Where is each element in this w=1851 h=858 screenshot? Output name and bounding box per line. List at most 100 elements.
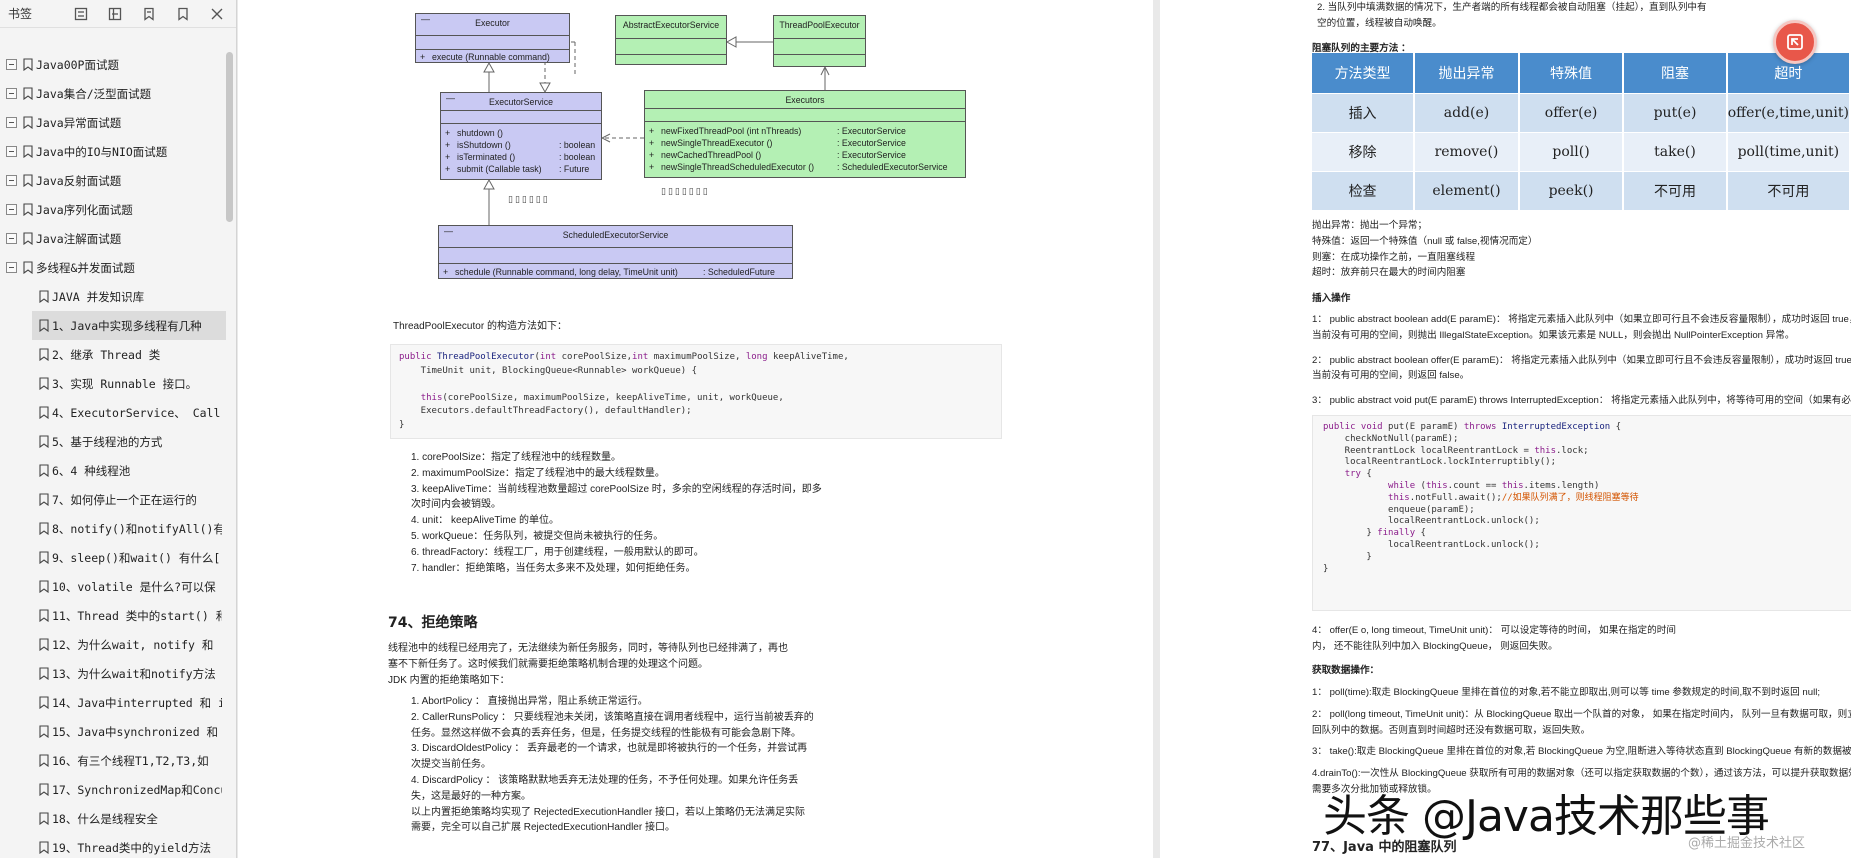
bookmark-label: 9、sleep()和wait() 有什么[ — [52, 550, 221, 565]
bookmark-child-item[interactable]: 12、为什么wait, notify 和 — [0, 630, 222, 659]
bookmark-child-item[interactable]: 2、继承 Thread 类 — [0, 340, 222, 369]
bookmark-item[interactable]: Java反射面试题 — [0, 166, 222, 195]
bookmark-child-item[interactable]: 4、ExecutorService、 Call — [0, 398, 222, 427]
expand-toggle-icon[interactable] — [6, 204, 17, 215]
bookmark-child-item[interactable]: 14、Java中interrupted 和 i — [0, 688, 222, 717]
bookmark-icon — [39, 435, 49, 449]
bookmark-child-item[interactable]: 10、volatile 是什么?可以保 — [0, 572, 222, 601]
table-row: 检查 element() peek() 不可用 不可用 — [1312, 170, 1851, 210]
bookmark-child-item[interactable]: 13、为什么wait和notify方法 — [0, 659, 222, 688]
bookmark-item[interactable]: Java异常面试题 — [0, 108, 222, 137]
uml-class-name: ScheduledExecutorService — [562, 230, 669, 240]
bookmark-child-item[interactable]: 1、Java中实现多线程有几种 — [32, 311, 226, 340]
bookmark-icon — [23, 116, 33, 130]
bookmark-label: 10、volatile 是什么?可以保 — [52, 579, 216, 594]
uml-method: submit (Callable task) — [457, 164, 542, 174]
text-line: JDK 内置的拒绝策略如下： — [388, 674, 510, 686]
sidebar-title: 书签 — [8, 7, 33, 21]
bookmark-child-item[interactable]: 11、Thread 类中的start() 和 — [0, 601, 222, 630]
blocking-queue-methods-table: 方法类型 抛出异常 特殊值 阻塞 超时 插入 add(e) offer(e) put(e) of… — [1312, 53, 1851, 210]
table-cell: put(e) — [1623, 92, 1728, 132]
bookmark-child-item[interactable]: 6、4 种线程池 — [0, 456, 222, 485]
expand-toggle-icon[interactable] — [6, 117, 17, 128]
bookmark-item[interactable]: Java序列化面试题 — [0, 195, 222, 224]
expand-toggle-icon[interactable] — [6, 146, 17, 157]
bookmark-icon — [23, 87, 33, 101]
bookmark-icon — [39, 580, 49, 594]
bookmark-label: Java集合/泛型面试题 — [36, 86, 152, 101]
text-line: 空的位置，线程被自动唤醒。 — [1317, 17, 1442, 29]
close-icon[interactable] — [206, 3, 228, 25]
bookmark-item[interactable]: Java中的IO与NIO面试题 — [0, 137, 222, 166]
bookmark-icon — [39, 464, 49, 478]
bookmark-icon — [39, 377, 49, 391]
sidebar-header: 书签 — [0, 0, 236, 28]
bookmark-item[interactable]: 多线程&并发面试题 — [0, 253, 222, 282]
pdf-viewer: 书签 Java00P面试题 Java集合/泛型面试题 Java异常面试题 Java中的… — [0, 0, 1851, 858]
table-header-cell: 阻塞 — [1623, 53, 1728, 93]
bookmark-child-item[interactable]: 5、基于线程池的方式 — [0, 427, 222, 456]
constructor-intro: ThreadPoolExecutor 的构造方法如下： — [393, 321, 567, 332]
uml-class-scheduled-executor-service: — ScheduledExecutorService + schedule (Run… — [438, 225, 793, 279]
bookmark-icon — [39, 290, 49, 304]
text-line: 次时间内会被销毁。 — [411, 499, 501, 511]
expand-toggle-icon[interactable] — [6, 175, 17, 186]
bookmark-child-item[interactable]: 18、什么是线程安全 — [0, 804, 222, 833]
bookmark-child-item[interactable]: 15、Java中synchronized 和 — [0, 717, 222, 746]
text-line: 1： poll(time):取走 BlockingQueue 里排在首位的对象,… — [1312, 687, 1821, 698]
bookmark-child-item[interactable]: 7、如何停止一个正在运行的 — [0, 485, 222, 514]
table-cell: 移除 — [1312, 131, 1416, 171]
pdf-page-left: — Executor + execute (Runnable command) Ab… — [238, 0, 1153, 858]
text-line: 6. threadFactory：线程工厂，用于创建线程，一般用默认的即可。 — [411, 546, 704, 558]
bookmark-child-item[interactable]: 16、有三个线程T1,T2,T3,如 — [0, 746, 222, 775]
text-line: 3： take():取走 BlockingQueue 里排在首位的对象,若 Bl… — [1312, 746, 1851, 758]
uml-method: isTerminated () — [457, 152, 516, 162]
policy-list: 1. AbortPolicy ： 直接抛出异常，阻止系统正常运行。 2. Call… — [411, 694, 814, 836]
expand-toggle-icon[interactable] — [6, 59, 17, 70]
bookmark-icon — [23, 174, 33, 188]
table-cell: 检查 — [1312, 170, 1416, 210]
bookmark-child-item[interactable]: 3、实现 Runnable 接口。 — [0, 369, 222, 398]
bookmark-label: 17、SynchronizedMap和Concu — [52, 782, 222, 797]
text-line: 1： public abstract boolean add(E paramE)… — [1312, 314, 1851, 325]
bookmark-icon — [39, 638, 49, 652]
bookmark-icon — [39, 725, 49, 739]
add-bookmark-icon[interactable] — [138, 3, 160, 25]
code-block-constructor: public ThreadPoolExecutor(int corePoolSi… — [390, 344, 1002, 439]
bookmark-item[interactable]: Java注解面试题 — [0, 224, 222, 253]
table-cell: offer(e,time,unit) — [1726, 92, 1851, 132]
uml-garbled-label: ▯▯▯▯▯▯▯ — [661, 187, 710, 197]
bookmark-item[interactable]: Java00P面试题 — [0, 50, 222, 79]
uml-method: newCachedThreadPool () — [661, 150, 762, 160]
collapse-all-icon[interactable] — [104, 3, 126, 25]
expand-toggle-icon[interactable] — [6, 262, 17, 273]
table-cell: add(e) — [1414, 92, 1520, 132]
bookmark-child-item[interactable]: 19、Thread类中的yield方法 — [0, 833, 222, 858]
watermark-sub: @稀土掘金技术社区 — [1688, 836, 1806, 851]
expand-all-icon[interactable] — [70, 3, 92, 25]
insert-ops: 1： public abstract boolean add(E paramE)… — [1312, 312, 1851, 409]
expand-toggle-icon[interactable] — [6, 88, 17, 99]
text-line: 当前没有可用的空间，则返回 false。 — [1312, 370, 1470, 382]
bookmark-label: 18、什么是线程安全 — [52, 811, 158, 826]
bookmark-label: 8、notify()和notifyAll()有 — [52, 521, 222, 536]
sidebar-scrollbar[interactable] — [226, 52, 233, 222]
bookmark-label: Java反射面试题 — [36, 173, 122, 188]
table-cell: 插入 — [1312, 92, 1416, 132]
bookmark-icon — [39, 319, 49, 333]
bookmark-child-item[interactable]: 8、notify()和notifyAll()有 — [0, 514, 222, 543]
text-line: 2. maximumPoolSize：指定了线程池中的最大线程数量。 — [411, 467, 665, 479]
uml-method: newSingleThreadExecutor () — [661, 138, 773, 148]
insert-title: 插入操作 — [1312, 293, 1351, 304]
bookmark-icon[interactable] — [172, 3, 194, 25]
bookmark-item[interactable]: Java集合/泛型面试题 — [0, 79, 222, 108]
uml-return: : ScheduledFuture — [703, 266, 775, 277]
bookmark-child-item[interactable]: JAVA 并发知识库 — [0, 282, 222, 311]
pdf-page-right: 2. 当队列中填满数据的情况下，生产者端的所有线程都会被自动阻塞（挂起），直到队… — [1160, 0, 1851, 858]
share-button[interactable] — [1773, 20, 1817, 64]
text-line: 2： public abstract boolean offer(E param… — [1312, 354, 1851, 366]
text-line: 1. AbortPolicy ： 直接抛出异常，阻止系统正常运行。 — [411, 696, 648, 707]
expand-toggle-icon[interactable] — [6, 233, 17, 244]
bookmark-child-item[interactable]: 9、sleep()和wait() 有什么[ — [0, 543, 222, 572]
bookmark-child-item[interactable]: 17、SynchronizedMap和Concu — [0, 775, 222, 804]
